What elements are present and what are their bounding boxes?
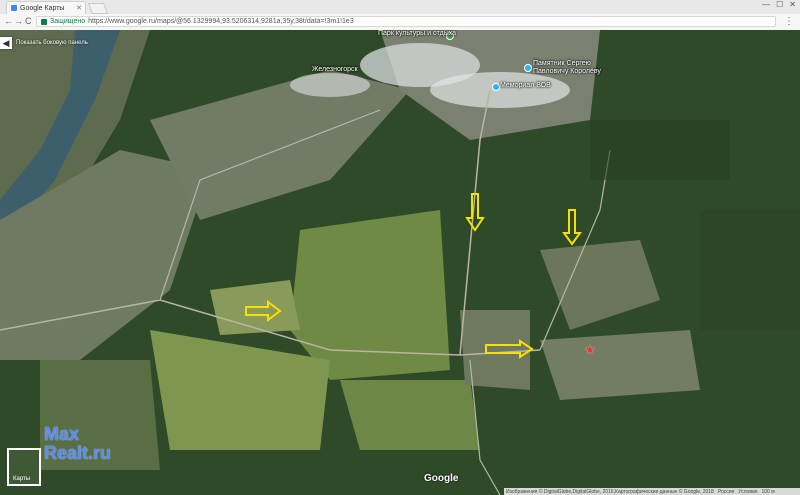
map-footer: Изображения © DigitalGlobe,DigitalGlobe,… — [504, 488, 800, 495]
close-window-button[interactable]: ✕ — [789, 0, 796, 9]
address-bar: ← → C Защищено https://www.google.ru/map… — [0, 14, 800, 31]
place-label-zheleznogorsk[interactable]: Железногорск — [312, 66, 358, 73]
browser-tab[interactable]: Google Карты ✕ — [6, 1, 86, 14]
window-controls: — ☐ ✕ — [762, 0, 796, 9]
imagery-credit: Изображения © DigitalGlobe,DigitalGlobe,… — [506, 488, 714, 495]
google-logo: Google — [424, 473, 459, 484]
satellite-map[interactable]: Железногорск Памятник Сергею Павловичу К… — [0, 30, 800, 495]
layer-toggle-label: Карты — [13, 476, 31, 482]
tab-title: Google Карты — [20, 4, 65, 12]
place-label-memorial[interactable]: Мемориал ВОВ — [500, 82, 551, 89]
back-button[interactable]: ← — [4, 16, 13, 26]
tab-close-icon[interactable]: ✕ — [76, 4, 82, 12]
watermark-line1: Max — [44, 424, 80, 444]
place-pin-icon[interactable] — [524, 64, 532, 72]
secure-label: Защищено — [50, 18, 86, 25]
url-input[interactable]: Защищено https://www.google.ru/maps/@56.… — [36, 16, 776, 27]
lock-icon — [41, 18, 47, 25]
maximize-button[interactable]: ☐ — [776, 0, 783, 9]
browser-tab-bar: Google Карты ✕ — ☐ ✕ — [0, 0, 800, 15]
chevron-left-icon: ◀ — [2, 37, 10, 48]
browser-menu-icon[interactable]: ⋮ — [784, 16, 794, 27]
watermark-line2: Realt.ru — [44, 443, 112, 463]
new-tab-button[interactable] — [87, 3, 109, 14]
url-text[interactable]: https://www.google.ru/maps/@56.1329994,9… — [88, 18, 354, 25]
minimize-button[interactable]: — — [762, 0, 770, 9]
satellite-imagery — [0, 30, 800, 495]
reload-button[interactable]: C — [25, 16, 32, 26]
place-pin-icon[interactable] — [492, 83, 500, 91]
place-label-park[interactable]: Парк культуры и отдыха — [378, 30, 456, 37]
show-sidebar-button[interactable]: ◀ — [0, 37, 12, 49]
scale-label: 100 м — [761, 488, 775, 495]
location-marker-star-icon: ★ — [584, 342, 596, 357]
forward-button[interactable]: → — [14, 16, 23, 26]
place-label-korolev[interactable]: Памятник Сергею Павловичу Королёву — [533, 60, 613, 76]
watermark: Max Realt.ru — [44, 425, 111, 463]
google-maps-favicon-icon — [11, 5, 17, 11]
show-sidebar-label[interactable]: Показать боковую панель — [16, 40, 88, 46]
country-link[interactable]: Россия — [718, 489, 734, 495]
terms-link[interactable]: Условия — [738, 489, 757, 495]
